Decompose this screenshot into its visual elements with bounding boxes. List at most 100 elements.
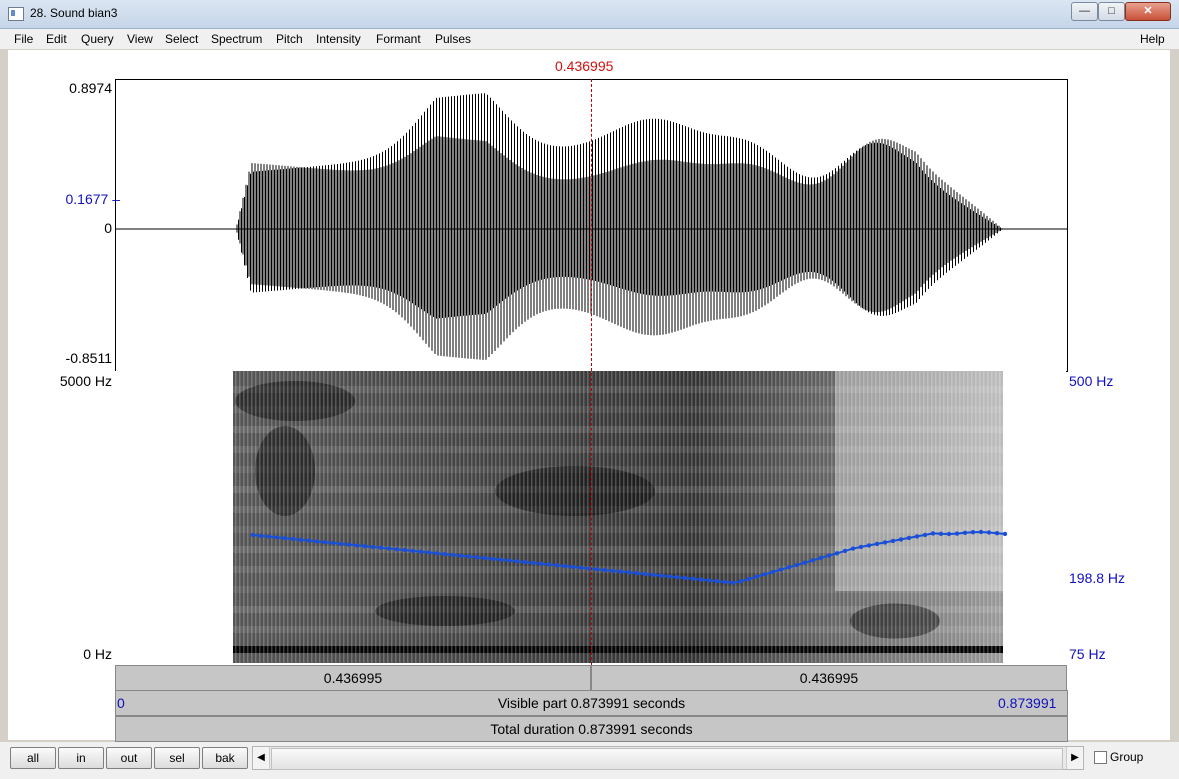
pitch-point — [522, 559, 528, 565]
menu-spectrum[interactable]: Spectrum — [211, 32, 262, 46]
right-segment-bar[interactable]: 0.436995 — [591, 665, 1067, 691]
cursor-time-label: 0.436995 — [555, 58, 614, 74]
pitch-point — [634, 571, 640, 576]
maximize-button[interactable]: □ — [1098, 2, 1125, 21]
pitch-point — [298, 537, 304, 542]
menu-pitch[interactable]: Pitch — [276, 32, 303, 46]
pitch-point — [746, 576, 752, 582]
wave-ymin-label: -0.8511 — [65, 350, 112, 366]
menu-file[interactable]: File — [14, 32, 33, 46]
pitch-point — [282, 536, 288, 541]
pitch-point — [834, 551, 840, 556]
pitch-point — [882, 540, 888, 545]
scroll-left-icon[interactable]: ◀ — [253, 747, 270, 769]
pitch-point — [778, 567, 784, 572]
pitch-point — [978, 529, 984, 535]
pitch-point — [418, 549, 424, 554]
zoom-in-button[interactable]: in — [58, 747, 104, 769]
pitch-point — [610, 568, 616, 574]
pitch-point — [682, 575, 688, 581]
pitch-point — [578, 565, 584, 570]
pitch-point — [826, 553, 832, 558]
app-icon — [8, 7, 24, 21]
pitch-point — [954, 531, 960, 536]
menu-select[interactable]: Select — [165, 32, 198, 46]
zoom-back-button[interactable]: bak — [202, 747, 248, 769]
pitch-point — [650, 572, 656, 577]
pitch-point — [690, 576, 696, 581]
pitch-point — [594, 567, 600, 572]
pitch-point — [386, 546, 392, 551]
pitch-point — [474, 555, 480, 560]
pitch-point — [482, 555, 488, 561]
scroll-thumb[interactable] — [271, 748, 1063, 770]
pitch-point — [770, 569, 776, 575]
menu-edit[interactable]: Edit — [46, 32, 67, 46]
menu-help[interactable]: Help — [1140, 32, 1165, 46]
total-duration-label: Total duration 0.873991 seconds — [490, 721, 693, 737]
pitch-point — [914, 534, 920, 539]
pitch-point — [410, 548, 416, 554]
horizontal-scrollbar[interactable]: ◀ ▶ — [252, 746, 1084, 770]
menu-formant[interactable]: Formant — [376, 32, 421, 46]
pitch-point — [250, 532, 256, 538]
pitch-point — [394, 547, 400, 552]
close-button[interactable]: ✕ — [1125, 2, 1171, 21]
pitch-point — [346, 542, 352, 547]
pitch-point — [458, 553, 464, 558]
pitch-top-label: 500 Hz — [1069, 373, 1114, 389]
pitch-point — [290, 536, 296, 542]
visible-end-label: 0.873991 — [998, 695, 1057, 711]
pitch-point — [738, 579, 744, 584]
scroll-right-icon[interactable]: ▶ — [1066, 747, 1083, 769]
pitch-point — [626, 570, 632, 575]
zoom-out-button[interactable]: out — [106, 747, 152, 769]
left-segment-bar[interactable]: 0.436995 — [115, 665, 591, 691]
pitch-point — [818, 555, 824, 561]
pitch-point — [402, 547, 408, 553]
pitch-point — [554, 563, 560, 568]
pitch-point — [730, 580, 736, 585]
group-checkbox[interactable] — [1094, 751, 1107, 764]
minimize-button[interactable]: — — [1071, 2, 1098, 21]
group-label: Group — [1110, 750, 1144, 764]
pitch-point — [538, 561, 544, 566]
pitch-point — [514, 559, 520, 564]
pitch-bottom-label: 75 Hz — [1069, 646, 1106, 662]
zoom-all-button[interactable]: all — [10, 747, 56, 769]
pitch-point — [922, 532, 928, 538]
pitch-point — [986, 530, 992, 535]
pitch-point — [938, 531, 944, 536]
pitch-point — [378, 545, 384, 550]
pitch-point — [354, 543, 360, 548]
pitch-point — [850, 546, 856, 551]
pitch-point — [786, 565, 792, 570]
pitch-point — [450, 552, 456, 558]
pitch-point — [338, 541, 344, 546]
wave-ycursor-label: 0.1677 – — [65, 191, 120, 207]
menu-pulses[interactable]: Pulses — [435, 32, 471, 46]
pitch-point — [258, 533, 264, 538]
pitch-point — [706, 578, 712, 583]
pitch-point — [546, 562, 552, 567]
pitch-point — [666, 574, 672, 579]
zoom-sel-button[interactable]: sel — [154, 747, 200, 769]
pitch-point — [906, 535, 912, 541]
pitch-point — [602, 567, 608, 573]
pitch-point — [530, 560, 536, 566]
menu-view[interactable]: View — [127, 32, 153, 46]
pitch-point — [362, 544, 368, 549]
pitch-point — [890, 538, 896, 544]
pitch-point — [306, 538, 312, 543]
pitch-point — [370, 544, 376, 550]
menu-intensity[interactable]: Intensity — [316, 32, 361, 46]
menu-query[interactable]: Query — [81, 32, 114, 46]
visible-part-bar[interactable]: Visible part 0.873991 seconds — [115, 690, 1068, 716]
pitch-point — [330, 540, 336, 546]
pitch-point — [490, 556, 496, 562]
cursor-line — [591, 79, 592, 665]
pitch-point — [866, 543, 872, 548]
window-title: 28. Sound bian3 — [30, 6, 118, 20]
total-duration-bar[interactable]: Total duration 0.873991 seconds — [115, 716, 1068, 742]
pitch-point — [762, 572, 768, 577]
